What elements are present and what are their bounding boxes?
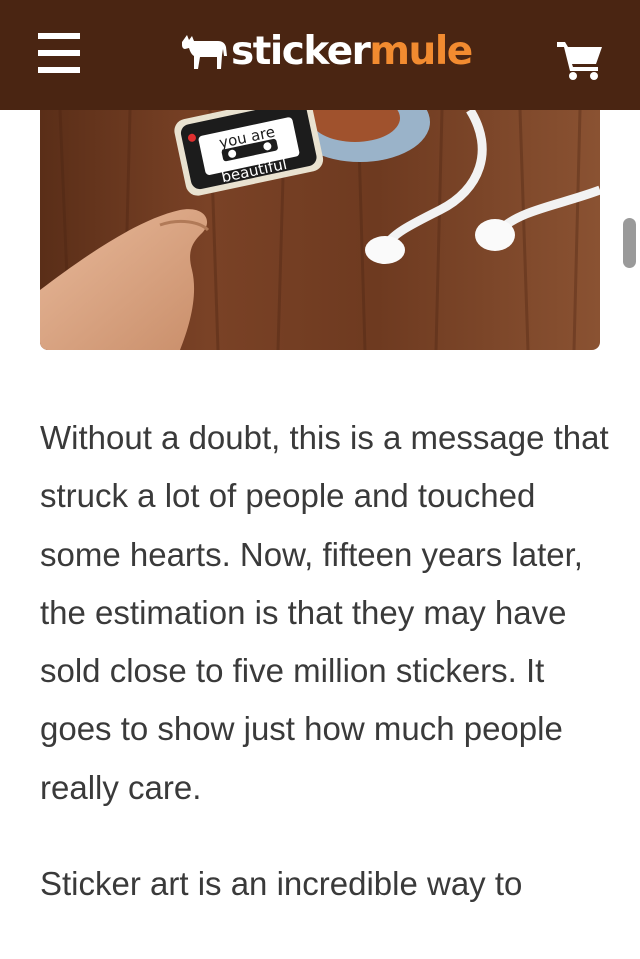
hamburger-menu-icon[interactable]: [38, 33, 80, 73]
article-paragraph-2: Sticker art is an incredible way to: [40, 865, 523, 903]
article-body: Without a doubt, this is a message that …: [40, 409, 610, 913]
mule-logo-icon: [182, 35, 227, 69]
top-nav-bar: sticker mule: [0, 0, 640, 110]
scrollbar-thumb[interactable]: [623, 218, 636, 268]
shopping-cart-icon[interactable]: [556, 38, 604, 80]
article-hero-image: you are beautiful: [40, 110, 600, 350]
brand-name-sticker: sticker: [231, 29, 371, 74]
article-paragraph-1: Without a doubt, this is a message that …: [40, 419, 609, 806]
stickermule-logo[interactable]: sticker mule: [180, 26, 473, 78]
brand-name-mule: mule: [369, 29, 473, 74]
